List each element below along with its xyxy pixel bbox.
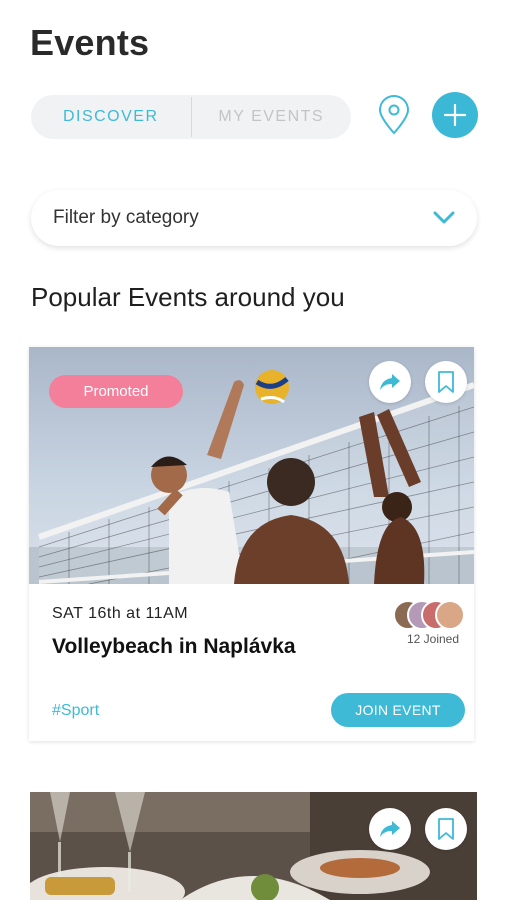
section-title: Popular Events around you — [31, 282, 345, 312]
category-tag[interactable]: #Sport — [52, 702, 99, 720]
category-filter-dropdown[interactable]: Filter by category — [31, 190, 477, 246]
event-date: SAT 16th at 11AM — [52, 605, 189, 622]
avatar — [435, 600, 465, 630]
map-pin-icon — [378, 95, 410, 135]
tab-my-events[interactable]: MY EVENTS — [192, 108, 352, 126]
page-title: Events — [30, 22, 150, 63]
promoted-badge: Promoted — [49, 375, 183, 408]
event-image — [30, 792, 477, 900]
bookmark-icon — [438, 818, 454, 840]
event-title[interactable]: Volleybeach in Naplávka — [52, 635, 296, 659]
events-tab-switcher: DISCOVER MY EVENTS — [31, 95, 351, 139]
join-event-button[interactable]: JOIN EVENT — [331, 693, 465, 727]
share-button[interactable] — [369, 808, 411, 850]
bookmark-button[interactable] — [425, 808, 467, 850]
share-button[interactable] — [369, 361, 411, 403]
plus-icon — [443, 103, 467, 127]
share-arrow-icon — [380, 821, 400, 837]
attendee-avatars[interactable] — [393, 600, 467, 630]
add-event-button[interactable] — [432, 92, 478, 138]
joined-count: 12 Joined — [406, 632, 460, 646]
location-button[interactable] — [374, 93, 414, 137]
bookmark-icon — [438, 371, 454, 393]
bookmark-button[interactable] — [425, 361, 467, 403]
filter-label: Filter by category — [53, 207, 199, 228]
share-arrow-icon — [380, 374, 400, 390]
tab-discover[interactable]: DISCOVER — [31, 108, 191, 126]
chevron-down-icon — [433, 211, 455, 224]
event-card[interactable] — [30, 792, 477, 900]
event-card[interactable]: Promoted SAT 16th at 11AM Volleybeach in… — [29, 347, 474, 741]
